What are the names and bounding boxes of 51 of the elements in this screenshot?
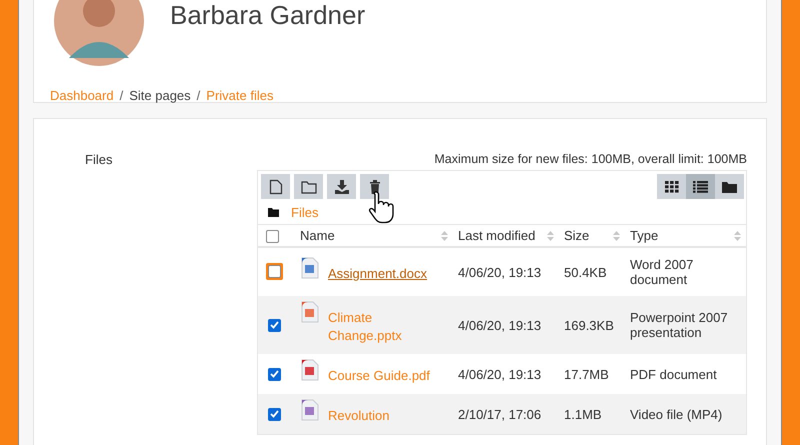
column-header[interactable]: Type: [630, 228, 658, 244]
list-view-button[interactable]: [686, 174, 715, 199]
table-cell: 50.4KB: [559, 247, 625, 296]
file-link[interactable]: Course Guide.pdf: [328, 363, 430, 386]
breadcrumb-link[interactable]: Private files: [206, 88, 274, 103]
path-link[interactable]: Files: [291, 205, 318, 220]
row-checkbox[interactable]: [268, 265, 281, 278]
folder-icon: [300, 180, 316, 194]
trash-icon: [368, 180, 380, 194]
table-cell: Word 2007 document: [625, 247, 746, 296]
breadcrumb-item: Site pages: [129, 88, 191, 103]
table-cell: Video file (MP4): [625, 394, 746, 435]
column-header[interactable]: Name: [300, 228, 335, 244]
table-cell: 4/06/20, 19:13: [453, 354, 559, 394]
breadcrumb-link[interactable]: Dashboard: [50, 88, 114, 103]
size-limit-text: Maximum size for new files: 100MB, overall limit: 100MB: [433, 152, 747, 166]
table-cell: 169.3KB: [559, 296, 625, 354]
breadcrumb-separator: /: [120, 88, 124, 103]
table-cell: 1.1MB: [559, 394, 625, 435]
folder-icon: [268, 208, 279, 217]
download-icon: [334, 180, 350, 194]
list-icon: [693, 180, 708, 192]
column-header[interactable]: Size: [564, 228, 590, 244]
create-folder-button[interactable]: [294, 174, 323, 199]
row-checkbox[interactable]: [268, 368, 281, 381]
folder-icon: [722, 180, 737, 192]
column-header[interactable]: Last modified: [458, 228, 536, 244]
profile-name: Barbara Gardner: [170, 0, 366, 30]
table-cell: 4/06/20, 19:13: [453, 247, 559, 296]
word-file-icon: [300, 257, 320, 280]
pdf-file-icon: [300, 359, 320, 382]
download-button[interactable]: [327, 174, 356, 199]
grid-icon: [664, 180, 678, 192]
add-file-button[interactable]: [261, 174, 290, 199]
field-label: Files: [85, 151, 114, 169]
table-cell: 17.7MB: [559, 354, 625, 394]
powerpoint-file-icon: [300, 301, 320, 324]
tree-view-button[interactable]: [715, 174, 744, 199]
table-cell: 2/10/17, 17:06: [453, 394, 559, 435]
breadcrumb-separator: /: [196, 88, 200, 103]
table-cell: PDF document: [625, 354, 746, 394]
video-file-icon: [300, 399, 320, 422]
row-checkbox[interactable]: [268, 408, 281, 421]
table-cell: 4/06/20, 19:13: [453, 296, 559, 354]
table-cell: Powerpoint 2007 presentation: [625, 296, 746, 354]
file-link[interactable]: Assignment.docx: [328, 261, 427, 284]
select-all-checkbox[interactable]: [266, 230, 279, 244]
row-checkbox[interactable]: [268, 318, 281, 332]
file-icon: [268, 178, 282, 194]
delete-button[interactable]: [360, 174, 389, 199]
icon-view-button[interactable]: [657, 174, 686, 199]
